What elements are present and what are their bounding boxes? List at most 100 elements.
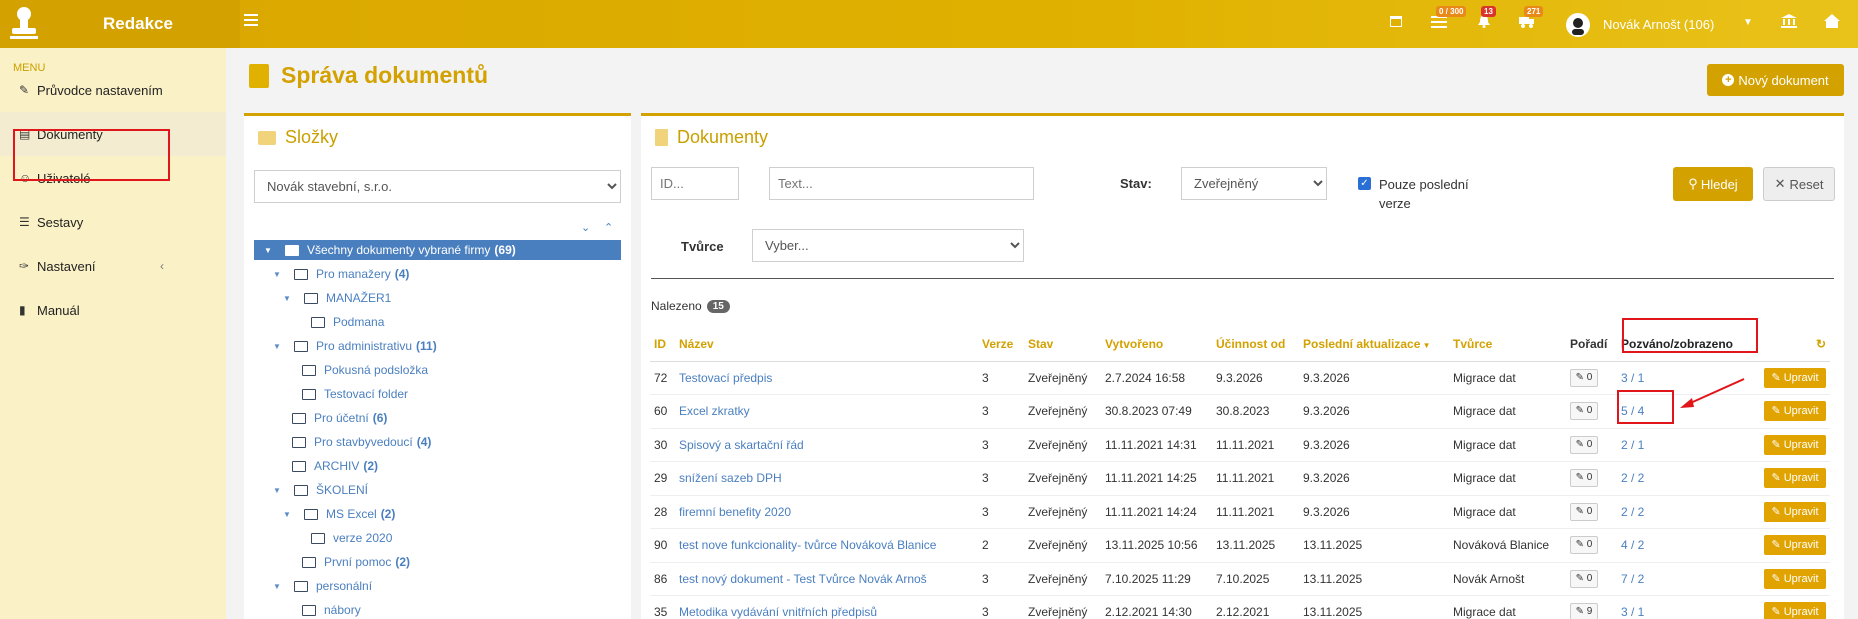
- edit-icon: ✎: [1771, 405, 1784, 418]
- col-state[interactable]: Stav: [1024, 327, 1101, 362]
- caret-down-icon: ▼: [283, 293, 291, 303]
- col-updated[interactable]: Poslední aktualizace ▼: [1299, 327, 1449, 362]
- collapse-all-icon[interactable]: ⌄: [581, 221, 590, 234]
- avatar[interactable]: [1566, 13, 1590, 37]
- documents-table: ID Název Verze Stav Vytvořeno Účinnost o…: [650, 327, 1830, 619]
- col-creator[interactable]: Tvůrce: [1449, 327, 1566, 362]
- edit-button[interactable]: ✎ Upravit: [1764, 568, 1826, 589]
- tree-item-label: Pokusná podsložka: [324, 363, 429, 377]
- col-order[interactable]: Pořadí: [1566, 327, 1617, 362]
- edit-button[interactable]: ✎ Upravit: [1764, 602, 1826, 619]
- edit-label: Upravit: [1783, 438, 1819, 451]
- tree-item[interactable]: Testovací folder: [302, 384, 408, 404]
- cell-name[interactable]: Testovací předpis: [675, 361, 978, 395]
- col-id[interactable]: ID: [650, 327, 675, 362]
- user-name[interactable]: Novák Arnošt (106): [1603, 17, 1714, 32]
- cell-name[interactable]: test nove funkcionality- tvůrce Nováková…: [675, 528, 978, 563]
- edit-button[interactable]: ✎ Upravit: [1764, 367, 1826, 388]
- id-input[interactable]: [651, 167, 739, 200]
- cell-invited[interactable]: 7 / 2: [1617, 562, 1752, 596]
- cell-name[interactable]: Excel zkratky: [675, 394, 978, 429]
- order-button[interactable]: ✎ 0: [1570, 402, 1598, 421]
- cell-state: Zveřejněný: [1024, 428, 1101, 462]
- tree-item[interactable]: ▼ MANAŽER1: [283, 288, 391, 308]
- search-button[interactable]: ⚲ Hledej: [1673, 167, 1753, 201]
- text-input[interactable]: [769, 167, 1034, 200]
- cell-invited[interactable]: 3 / 1: [1617, 595, 1752, 619]
- tree-item[interactable]: První pomoc (2): [302, 552, 410, 572]
- expand-all-icon[interactable]: ⌃: [604, 221, 613, 234]
- hamburger-menu-icon[interactable]: [244, 14, 258, 26]
- order-button[interactable]: ✎ 0: [1570, 469, 1598, 488]
- order-button[interactable]: ✎ 0: [1570, 569, 1598, 588]
- cell-name[interactable]: Spisový a skartační řád: [675, 428, 978, 462]
- edit-button[interactable]: ✎ Upravit: [1764, 501, 1826, 522]
- bank-icon[interactable]: [1780, 14, 1798, 32]
- sidebar-item-pruvodce[interactable]: ✎ Průvodce nastavením: [0, 68, 226, 112]
- state-select[interactable]: Zveřejněný: [1181, 167, 1327, 200]
- folder-icon: [302, 604, 316, 616]
- tree-item[interactable]: Podmana: [311, 312, 384, 332]
- tree-item[interactable]: verze 2020: [311, 528, 392, 548]
- cell-invited[interactable]: 2 / 2: [1617, 461, 1752, 496]
- bell-icon[interactable]: 13: [1475, 6, 1496, 32]
- tree-item[interactable]: ▼ ŠKOLENÍ: [273, 480, 368, 500]
- chevron-down-icon[interactable]: ▼: [1743, 17, 1753, 28]
- col-version[interactable]: Verze: [978, 327, 1024, 362]
- reset-button[interactable]: ✕ Reset: [1763, 167, 1835, 201]
- calendar-icon[interactable]: [1387, 14, 1405, 32]
- stamp-logo-icon: [10, 7, 38, 39]
- edit-button[interactable]: ✎ Upravit: [1764, 401, 1826, 422]
- close-icon: ✕: [1774, 176, 1786, 191]
- order-button[interactable]: ✎ 0: [1570, 368, 1598, 387]
- tasks-icon[interactable]: 0 / 300: [1430, 6, 1467, 32]
- order-button[interactable]: ✎ 0: [1570, 502, 1598, 521]
- table-row: 86 test nový dokument - Test Tvůrce Novák…: [650, 562, 1830, 596]
- sidebar-item-nastaveni[interactable]: ✑ Nastavení ‹: [0, 244, 226, 288]
- tree-item[interactable]: nábory: [302, 600, 361, 619]
- cell-name[interactable]: Metodika vydávání vnitřních předpisů: [675, 595, 978, 619]
- only-latest-label-line1: Pouze poslední: [1379, 177, 1469, 192]
- tree-item[interactable]: ▼ personální: [273, 576, 372, 596]
- brand[interactable]: Redakce: [0, 0, 240, 48]
- truck-icon[interactable]: 271: [1518, 6, 1544, 32]
- search-button-label: Hledej: [1700, 176, 1738, 192]
- tree-item[interactable]: ARCHIV (2): [292, 456, 378, 476]
- tree-item[interactable]: Pro účetní (6): [292, 408, 387, 428]
- cell-name[interactable]: firemní benefity 2020: [675, 495, 978, 529]
- cell-version: 3: [978, 461, 1024, 496]
- cell-invited[interactable]: 2 / 1: [1617, 428, 1752, 462]
- cell-name[interactable]: test nový dokument - Test Tvůrce Novák A…: [675, 562, 978, 596]
- tree-item[interactable]: Pokusná podsložka: [302, 360, 428, 380]
- tree-item[interactable]: Pro stavbyvedoucí (4): [292, 432, 431, 452]
- cell-invited[interactable]: 2 / 2: [1617, 495, 1752, 529]
- folder-icon: [258, 130, 276, 145]
- home-icon[interactable]: [1823, 14, 1841, 32]
- only-latest-checkbox[interactable]: ✓: [1358, 177, 1371, 190]
- cell-invited[interactable]: 4 / 2: [1617, 528, 1752, 563]
- tree-item[interactable]: ▼ Všechny dokumenty vybrané firmy (69): [254, 240, 621, 260]
- tree-item[interactable]: ▼ Pro administrativu (11): [273, 336, 437, 356]
- sidebar-item-manual[interactable]: ▮ Manuál: [0, 288, 226, 332]
- tree-item[interactable]: ▼ MS Excel (2): [283, 504, 395, 524]
- edit-icon: ✎: [1771, 438, 1784, 451]
- col-effective[interactable]: Účinnost od: [1212, 327, 1299, 362]
- col-created[interactable]: Vytvořeno: [1101, 327, 1212, 362]
- sidebar-item-sestavy[interactable]: ☰ Sestavy: [0, 200, 226, 244]
- edit-button[interactable]: ✎ Upravit: [1764, 535, 1826, 556]
- creator-select[interactable]: Vyber...: [752, 229, 1024, 262]
- col-name[interactable]: Název: [675, 327, 978, 362]
- order-button[interactable]: ✎ 9: [1570, 603, 1598, 619]
- cell-order: ✎ 9: [1566, 595, 1617, 619]
- refresh-icon[interactable]: ↻: [1752, 327, 1830, 362]
- folder-icon: [294, 580, 308, 592]
- new-document-button[interactable]: + Nový dokument: [1707, 64, 1844, 96]
- company-select[interactable]: Novák stavební, s.r.o.: [254, 170, 621, 203]
- order-button[interactable]: ✎ 0: [1570, 536, 1598, 555]
- tree-item[interactable]: ▼ Pro manažery (4): [273, 264, 409, 284]
- edit-button[interactable]: ✎ Upravit: [1764, 468, 1826, 489]
- cell-name[interactable]: snížení sazeb DPH: [675, 461, 978, 496]
- edit-button[interactable]: ✎ Upravit: [1764, 434, 1826, 455]
- cell-creator: Nováková Blanice: [1449, 528, 1566, 563]
- order-button[interactable]: ✎ 0: [1570, 435, 1598, 454]
